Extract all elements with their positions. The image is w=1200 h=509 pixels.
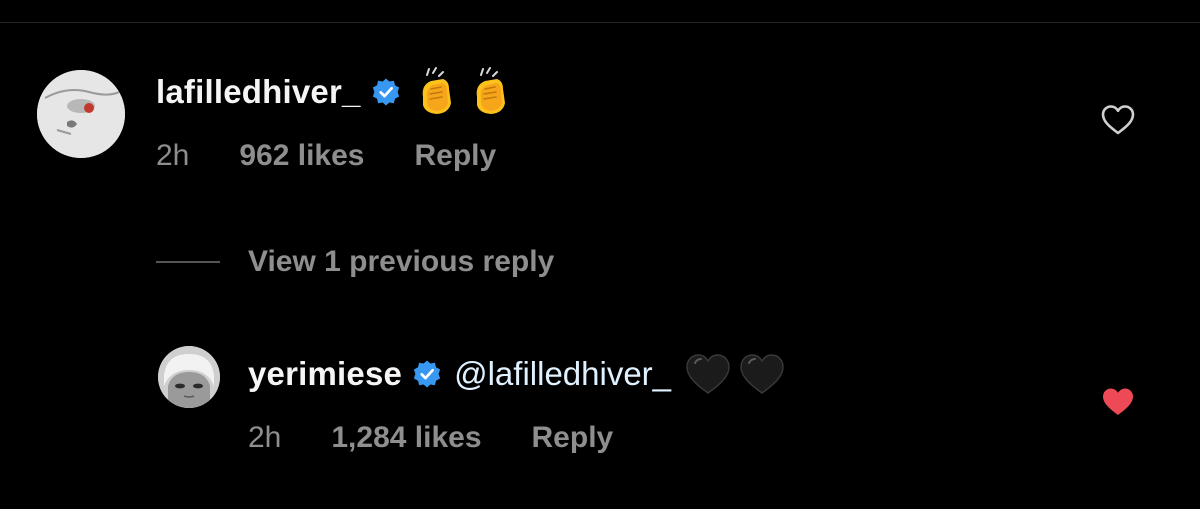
view-replies-label: View 1 previous reply [248,245,555,278]
reply-comment: yerimiese @lafilledhiver_ 2h 1,284 likes… [0,346,1200,466]
like-button[interactable] [1098,382,1138,422]
like-button[interactable] [1098,100,1138,140]
comment-time: 2h [248,421,282,454]
comment-header: yerimiese @lafilledhiver_ [248,346,791,402]
verified-badge-icon [371,77,401,107]
likes-count[interactable]: 1,284 likes [331,421,481,455]
comment-meta: 2h 1,284 likes Reply [248,418,613,458]
heart-outline-icon [1101,105,1135,135]
mention-link[interactable]: @lafilledhiver_ [454,355,671,393]
replies-divider-line [156,261,220,263]
avatar-image [158,346,220,408]
likes-count[interactable]: 962 likes [239,139,364,173]
view-previous-replies-button[interactable]: View 1 previous reply [156,236,554,288]
heart-filled-icon [1103,388,1133,415]
black-heart-icon [683,349,733,399]
avatar[interactable] [158,346,220,408]
avatar-image [37,70,125,158]
username[interactable]: yerimiese [248,355,402,393]
comment-text: @lafilledhiver_ [454,349,791,399]
clapping-hands-icon [413,67,463,117]
top-divider [0,22,1200,23]
comment-time: 2h [156,139,190,172]
username[interactable]: lafilledhiver_ [156,73,361,111]
reply-button[interactable]: Reply [532,421,614,455]
clapping-hands-icon [467,67,517,117]
black-heart-icon [737,349,787,399]
comment-meta: 2h 962 likes Reply [156,136,496,176]
verified-badge-icon [412,359,442,389]
comment: lafilledhiver_ 2h 962 likes Reply [0,64,1200,194]
comment-text [413,67,521,117]
avatar[interactable] [37,70,125,158]
comment-header: lafilledhiver_ [156,64,521,120]
reply-button[interactable]: Reply [415,139,497,173]
